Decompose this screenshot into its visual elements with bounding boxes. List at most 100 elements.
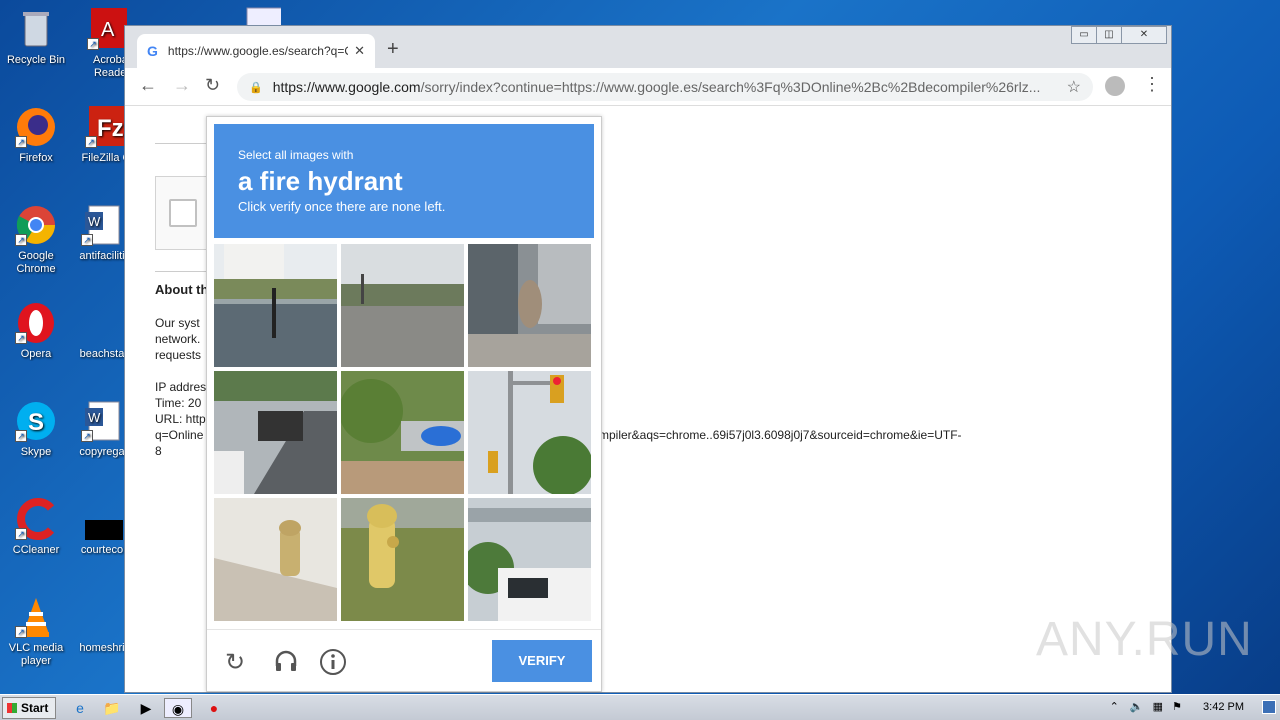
url-text: https://www.google.com/sorry/index?conti… [273,79,1067,95]
shortcut-arrow-icon: ↗ [15,626,27,638]
recycle-bin-icon [15,8,57,50]
ie-taskbar-icon[interactable]: e [66,698,94,718]
image-tile-5[interactable] [341,371,464,494]
desktop-icon-label: copyrega [79,446,125,458]
new-tab-button[interactable]: + [387,38,399,61]
desktop-icon-label: Skype [20,446,52,458]
desktop-icon-courteco[interactable]: courteco [72,498,132,557]
vlc-icon: ↗ [15,596,57,638]
flag-icon[interactable]: ⚑ [1172,701,1182,713]
desktop-icon-label: Google Chrome [16,250,56,275]
desktop-icon-word-antifaciliti[interactable]: W ↗ antifaciliti [72,204,132,263]
shortcut-arrow-icon: ↗ [15,234,27,246]
tray-arrow-icon[interactable]: ⌃ [1110,701,1119,713]
url-tail: mpiler&aqs=chrome..69i57j0l3.6098j0j7&so… [599,428,962,442]
address-bar[interactable]: 🔒 https://www.google.com/sorry/index?con… [237,73,1093,101]
about-heading: About th [155,282,209,297]
opera-taskbar-icon[interactable]: ● [200,698,228,718]
browser-tab[interactable]: G https://www.google.es/search?q=O ✕ [137,34,375,68]
para-line: network. [155,332,201,346]
time-line: Time: 20 [155,396,202,410]
image-tile-7[interactable] [214,498,337,621]
recaptcha-challenge: Select all images with a fire hydrant Cl… [206,116,602,692]
word-doc-icon: W ↗ [81,204,123,246]
file-icon [81,302,123,344]
reload-challenge-icon[interactable]: ↻ [225,648,245,677]
desktop-icon-recycle-bin[interactable]: Recycle Bin [6,8,66,67]
taskbar: Start e 📁 ▶ ◉ ● ⌃ 🔈 ▦ ⚑ 3:42 PM [0,694,1280,720]
black-file-icon [81,498,123,540]
ip-line: IP addres [155,380,207,394]
reload-button[interactable]: ↻ [205,75,220,96]
system-tray: ⌃ 🔈 ▦ ⚑ 3:42 PM [1110,700,1244,713]
back-button[interactable]: ← [139,75,157,96]
image-tile-6[interactable] [468,371,591,494]
filezilla-icon: Fz ↗ [85,106,127,148]
word-doc-icon: W ↗ [81,400,123,442]
challenge-header: Select all images with a fire hydrant Cl… [214,124,594,238]
info-icon[interactable] [319,648,347,683]
image-tile-8[interactable] [341,498,464,621]
browser-toolbar: ← → ↻ 🔒 https://www.google.com/sorry/ind… [125,68,1171,106]
image-tile-1[interactable] [214,244,337,367]
volume-icon[interactable]: 🔈 [1130,701,1144,713]
para-line: Our syst [155,316,200,330]
verify-button[interactable]: VERIFY [492,640,592,682]
shortcut-arrow-icon: ↗ [15,528,27,540]
profile-avatar-icon[interactable] [1105,76,1125,96]
chrome-taskbar-icon[interactable]: ◉ [164,698,192,718]
desktop-icon-label: CCleaner [12,544,60,556]
google-favicon-icon: G [147,43,158,59]
tab-title: https://www.google.es/search?q=O [167,44,349,58]
desktop-icon-label: homeshri [79,642,125,654]
show-desktop-button[interactable] [1262,700,1276,714]
chrome-menu-icon[interactable]: ⋮ [1143,74,1161,95]
desktop-icon-label: Firefox [19,152,53,164]
shortcut-arrow-icon: ↗ [81,430,93,442]
desktop-icon-label: VLC media player [8,642,64,667]
file-icon [81,596,123,638]
restore-button[interactable]: ◫ [1096,26,1122,44]
desktop-icon-firefox[interactable]: ↗ Firefox [6,106,66,165]
start-button[interactable]: Start [2,697,56,719]
image-grid [214,244,594,624]
desktop-icon-chrome[interactable]: ↗ Google Chrome [6,204,66,276]
desktop-icon-vlc[interactable]: ↗ VLC media player [6,596,66,668]
image-tile-9[interactable] [468,498,591,621]
svg-text:W: W [88,410,101,425]
desktop-icon-opera[interactable]: ↗ Opera [6,302,66,361]
url-domain: https://www.google.com [272,79,421,95]
media-player-taskbar-icon[interactable]: ▶ [132,698,160,718]
desktop-icon-label: Opera [20,348,52,360]
challenge-footer: ↻ VERIFY [207,629,601,693]
desktop-icon-homeshri[interactable]: homeshri [72,596,132,655]
network-icon[interactable]: ▦ [1153,701,1163,713]
close-window-button[interactable]: ✕ [1121,26,1167,44]
minimize-button[interactable]: ▭ [1071,26,1097,44]
shortcut-arrow-icon: ↗ [15,430,27,442]
skype-icon: S ↗ [15,400,57,442]
desktop-icon-label: antifaciliti [79,250,125,262]
query-end: 8 [155,444,162,458]
para-line: requests [155,348,202,362]
desktop-icon-ccleaner[interactable]: ↗ CCleaner [6,498,66,557]
image-tile-2[interactable] [341,244,464,367]
recaptcha-checkbox[interactable] [169,199,197,227]
explorer-taskbar-icon[interactable]: 📁 [98,698,126,718]
clock[interactable]: 3:42 PM [1203,701,1244,713]
svg-text:A: A [101,19,115,41]
svg-text:S: S [28,409,44,436]
audio-challenge-icon[interactable] [273,648,299,681]
desktop-icon-beachsta[interactable]: beachsta [72,302,132,361]
desktop-icon-word-copyrega[interactable]: W ↗ copyrega [72,400,132,459]
svg-text:Fz: Fz [97,115,124,142]
tab-close-icon[interactable]: ✕ [354,43,365,59]
bookmark-star-icon[interactable]: ☆ [1067,77,1081,97]
forward-button[interactable]: → [173,75,191,96]
instruction-sub: Click verify once there are none left. [238,199,446,214]
desktop-icon-skype[interactable]: S ↗ Skype [6,400,66,459]
image-tile-4[interactable] [214,371,337,494]
desktop-icon-label: Recycle Bin [6,54,66,66]
image-tile-3[interactable] [468,244,591,367]
shortcut-arrow-icon: ↗ [15,332,27,344]
